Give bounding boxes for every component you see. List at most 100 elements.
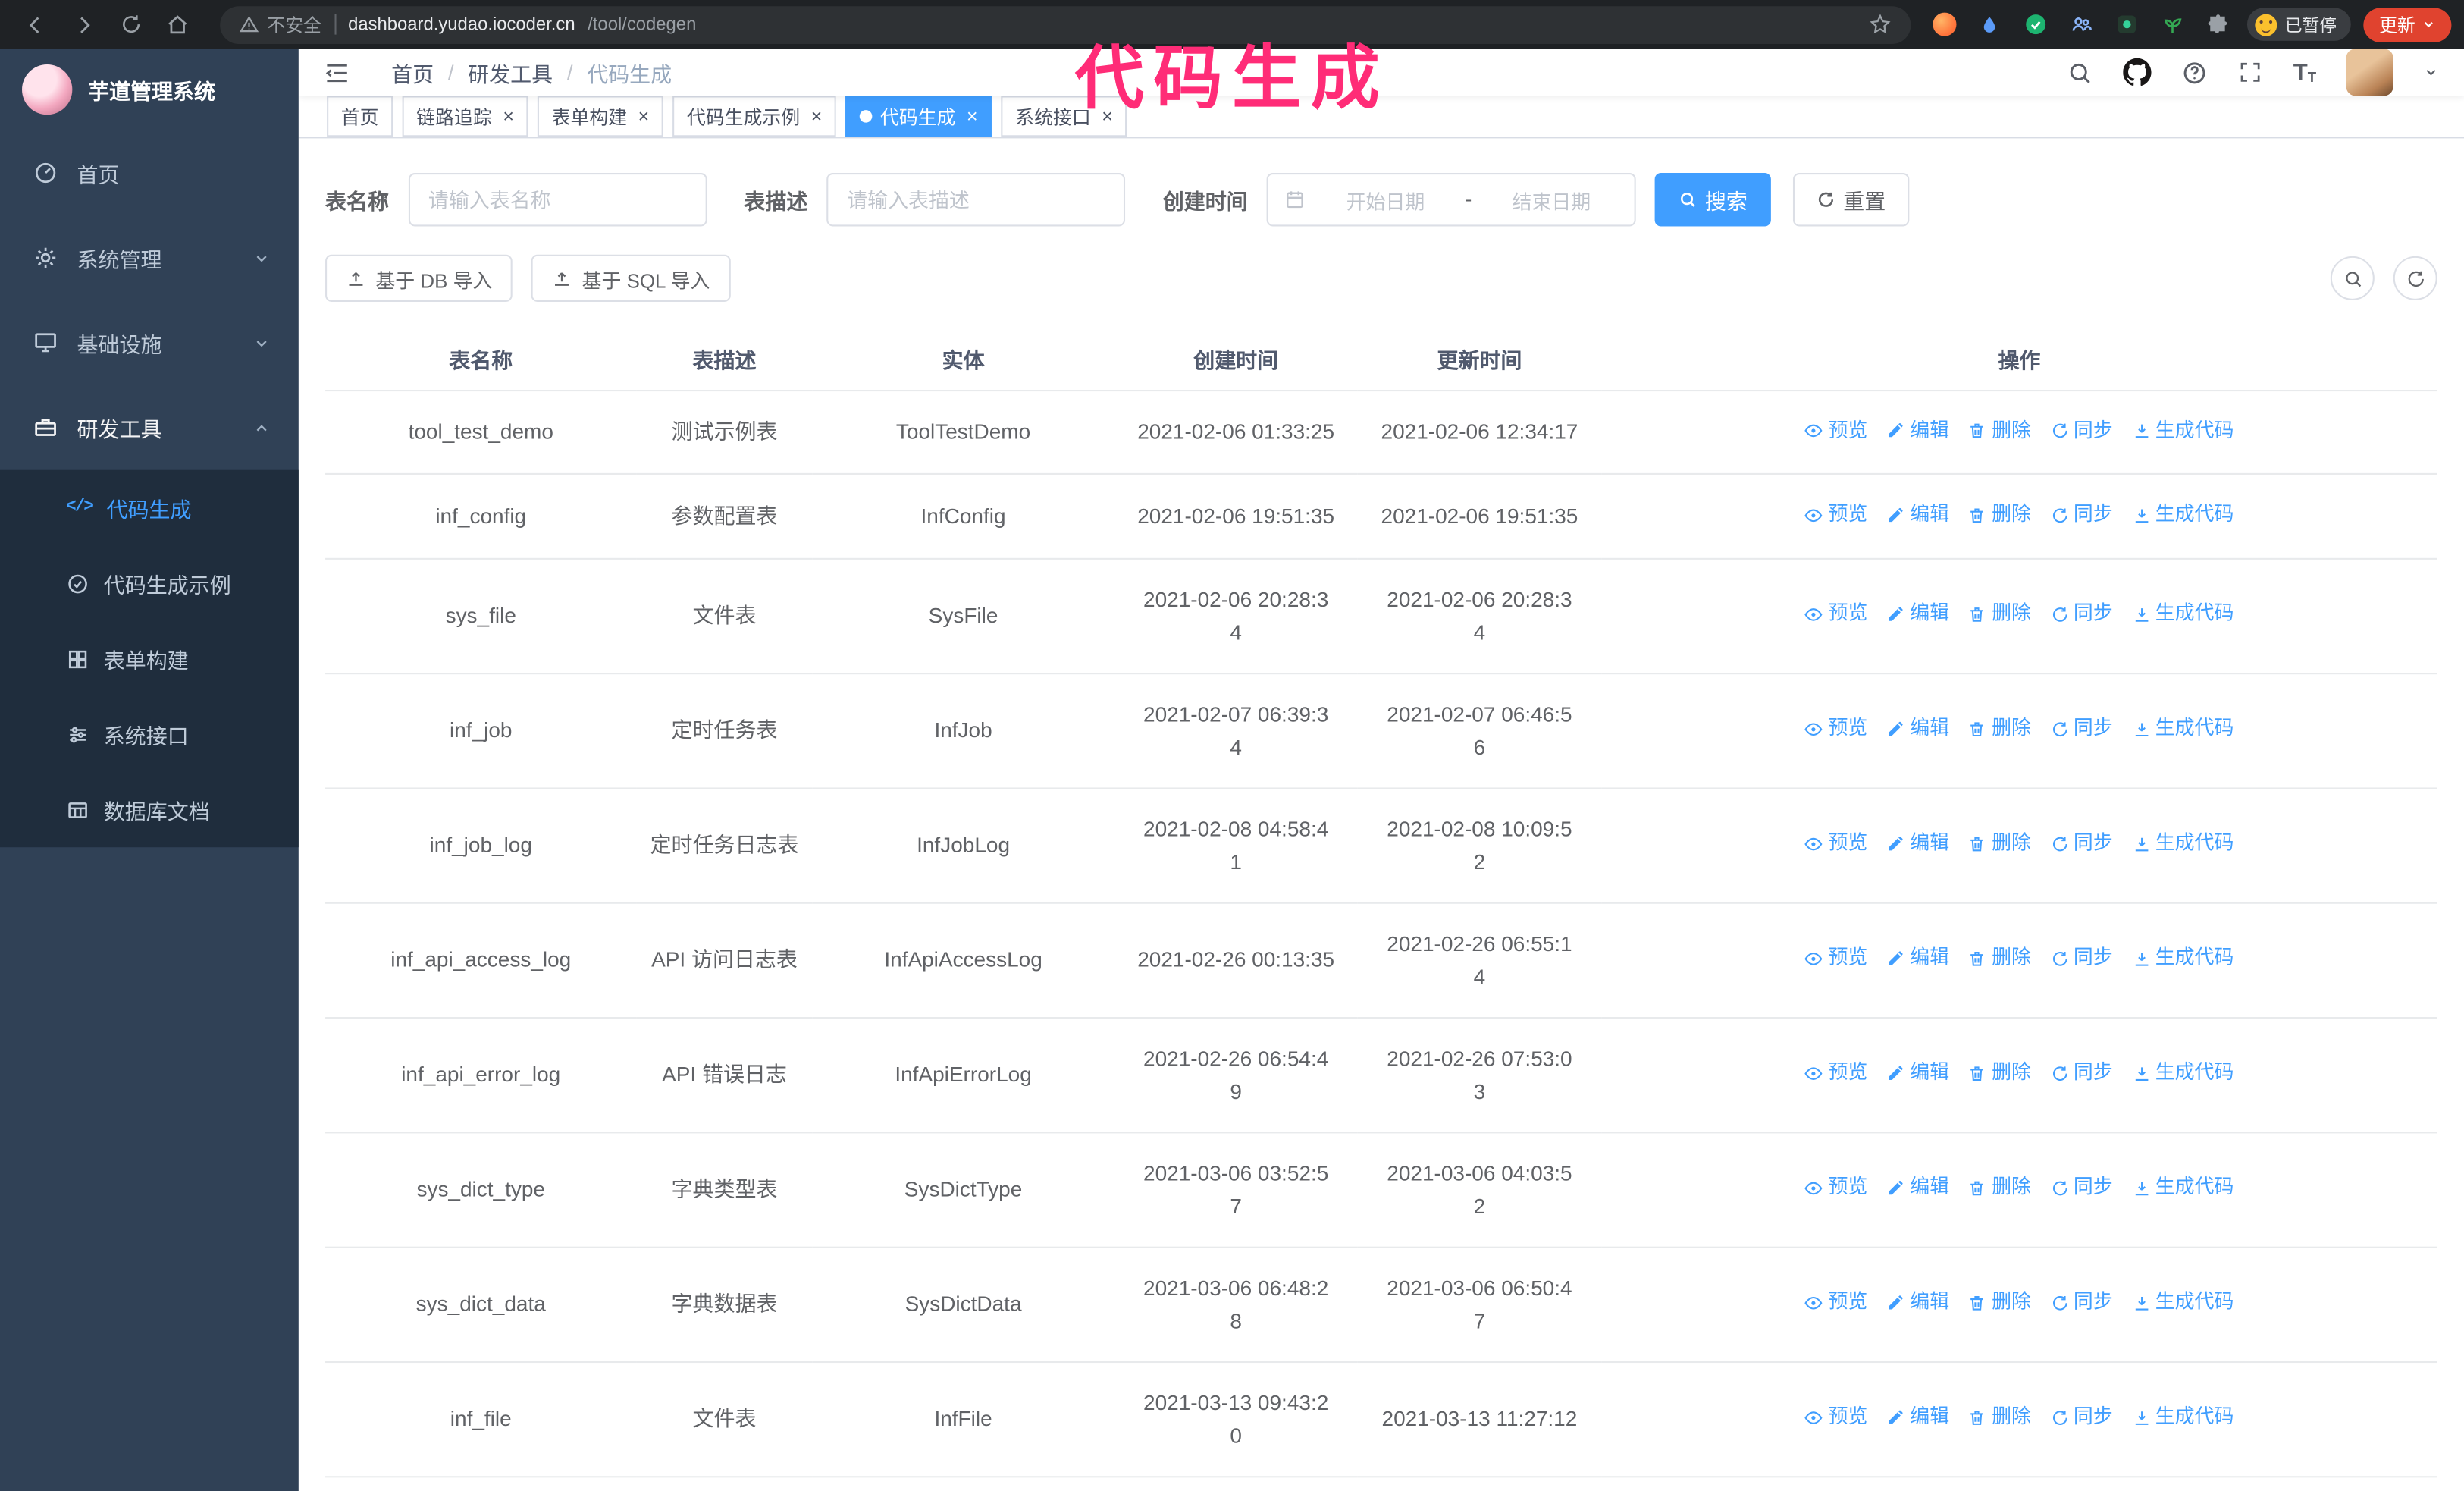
action-edit-link[interactable]: 编辑 — [1886, 1286, 1949, 1320]
tab-close-icon[interactable]: × — [967, 107, 978, 126]
sidebar-item-home[interactable]: 首页 — [0, 130, 299, 215]
date-end-placeholder[interactable]: 结束日期 — [1484, 185, 1619, 215]
action-preview-link[interactable]: 预览 — [1804, 1401, 1867, 1434]
address-bar[interactable]: 不安全 dashboard.yudao.iocoder.cn /tool/cod… — [220, 5, 1911, 43]
action-edit-link[interactable]: 编辑 — [1886, 414, 1949, 447]
browser-forward-icon[interactable] — [64, 5, 102, 43]
fox-extension-icon[interactable] — [1930, 10, 1958, 38]
action-sync-link[interactable]: 同步 — [2050, 414, 2113, 447]
action-gen-link[interactable]: 生成代码 — [2132, 1286, 2234, 1320]
action-gen-link[interactable]: 生成代码 — [2132, 827, 2234, 861]
action-sync-link[interactable]: 同步 — [2050, 498, 2113, 532]
action-sync-link[interactable]: 同步 — [2050, 827, 2113, 861]
sidebar-item-codegen-example[interactable]: 代码生成示例 — [0, 545, 299, 620]
action-preview-link[interactable]: 预览 — [1804, 498, 1867, 532]
action-preview-link[interactable]: 预览 — [1804, 712, 1867, 746]
breadcrumb-dev-tools[interactable]: 研发工具 — [468, 57, 553, 88]
action-gen-link[interactable]: 生成代码 — [2132, 1401, 2234, 1434]
action-del-link[interactable]: 删除 — [1968, 712, 2031, 746]
action-preview-link[interactable]: 预览 — [1804, 1286, 1867, 1320]
action-gen-link[interactable]: 生成代码 — [2132, 942, 2234, 975]
tab-close-icon[interactable]: × — [811, 107, 823, 126]
action-preview-link[interactable]: 预览 — [1804, 414, 1867, 447]
action-del-link[interactable]: 删除 — [1968, 1056, 2031, 1090]
action-gen-link[interactable]: 生成代码 — [2132, 598, 2234, 631]
app-logo[interactable]: 芋道管理系统 — [0, 49, 299, 130]
action-sync-link[interactable]: 同步 — [2050, 712, 2113, 746]
update-button[interactable]: 更新 — [2363, 7, 2452, 42]
tab-item[interactable]: 代码生成示例 × — [672, 96, 836, 137]
action-edit-link[interactable]: 编辑 — [1886, 712, 1949, 746]
refresh-table-button[interactable] — [2393, 256, 2437, 300]
action-preview-link[interactable]: 预览 — [1804, 942, 1867, 975]
action-del-link[interactable]: 删除 — [1968, 827, 2031, 861]
action-sync-link[interactable]: 同步 — [2050, 1056, 2113, 1090]
action-del-link[interactable]: 删除 — [1968, 598, 2031, 631]
browser-home-icon[interactable] — [158, 5, 196, 43]
user-avatar[interactable] — [2346, 49, 2393, 96]
action-edit-link[interactable]: 编辑 — [1886, 498, 1949, 532]
tab-item[interactable]: 链路追踪 × — [402, 96, 528, 137]
sidebar-item-codegen[interactable]: </> 代码生成 — [0, 470, 299, 545]
paused-badge[interactable]: 已暂停 — [2246, 8, 2351, 41]
action-del-link[interactable]: 删除 — [1968, 1286, 2031, 1320]
import-db-button[interactable]: 基于 DB 导入 — [325, 254, 513, 302]
toggle-search-button[interactable] — [2330, 256, 2375, 300]
action-edit-link[interactable]: 编辑 — [1886, 1401, 1949, 1434]
search-button[interactable]: 搜索 — [1654, 172, 1771, 227]
github-icon[interactable] — [2123, 58, 2152, 86]
action-sync-link[interactable]: 同步 — [2050, 1172, 2113, 1205]
fullscreen-icon[interactable] — [2238, 60, 2263, 85]
action-gen-link[interactable]: 生成代码 — [2132, 1056, 2234, 1090]
check-extension-icon[interactable] — [2020, 10, 2049, 38]
table-name-input[interactable] — [407, 172, 707, 227]
action-gen-link[interactable]: 生成代码 — [2132, 414, 2234, 447]
action-del-link[interactable]: 删除 — [1968, 1172, 2031, 1205]
table-desc-input[interactable] — [826, 172, 1126, 227]
help-icon[interactable] — [2182, 59, 2209, 86]
tab-close-icon[interactable]: × — [1102, 107, 1113, 126]
action-edit-link[interactable]: 编辑 — [1886, 1172, 1949, 1205]
action-preview-link[interactable]: 预览 — [1804, 1056, 1867, 1090]
action-edit-link[interactable]: 编辑 — [1886, 1056, 1949, 1090]
users-extension-icon[interactable] — [2067, 10, 2095, 38]
drop-extension-icon[interactable] — [1975, 10, 2003, 38]
sidebar-item-system-api[interactable]: 系统接口 — [0, 696, 299, 771]
extensions-puzzle-icon[interactable] — [2203, 10, 2231, 38]
tab-item[interactable]: 首页 — [327, 96, 393, 137]
sidebar-item-dev-tools[interactable]: 研发工具 — [0, 385, 299, 470]
action-del-link[interactable]: 删除 — [1968, 942, 2031, 975]
action-preview-link[interactable]: 预览 — [1804, 1172, 1867, 1205]
sidebar-item-form-builder[interactable]: 表单构建 — [0, 621, 299, 696]
sidebar-fold-icon[interactable] — [324, 59, 350, 86]
action-edit-link[interactable]: 编辑 — [1886, 827, 1949, 861]
action-del-link[interactable]: 删除 — [1968, 1401, 2031, 1434]
dark-extension-icon[interactable] — [2112, 10, 2140, 38]
action-preview-link[interactable]: 预览 — [1804, 827, 1867, 861]
reset-button[interactable]: 重置 — [1792, 172, 1910, 227]
sidebar-item-db-docs[interactable]: 数据库文档 — [0, 772, 299, 847]
action-edit-link[interactable]: 编辑 — [1886, 942, 1949, 975]
action-sync-link[interactable]: 同步 — [2050, 1286, 2113, 1320]
tab-item[interactable]: 表单构建 × — [537, 96, 663, 137]
action-del-link[interactable]: 删除 — [1968, 498, 2031, 532]
bookmark-star-icon[interactable] — [1868, 13, 1892, 36]
leaf-extension-icon[interactable] — [2158, 10, 2186, 38]
tab-close-icon[interactable]: × — [638, 107, 650, 126]
action-gen-link[interactable]: 生成代码 — [2132, 498, 2234, 532]
tab-close-icon[interactable]: × — [503, 107, 514, 126]
action-sync-link[interactable]: 同步 — [2050, 1401, 2113, 1434]
search-icon[interactable] — [2067, 59, 2093, 86]
tab-active[interactable]: 代码生成 × — [845, 96, 992, 137]
action-del-link[interactable]: 删除 — [1968, 414, 2031, 447]
font-size-icon[interactable]: TT — [2293, 61, 2316, 84]
date-range-picker[interactable]: 开始日期 - 结束日期 — [1266, 172, 1636, 227]
import-sql-button[interactable]: 基于 SQL 导入 — [531, 254, 731, 302]
action-edit-link[interactable]: 编辑 — [1886, 598, 1949, 631]
browser-reload-icon[interactable] — [111, 5, 149, 43]
action-preview-link[interactable]: 预览 — [1804, 598, 1867, 631]
tab-item[interactable]: 系统接口 × — [1001, 96, 1127, 137]
sidebar-item-infrastructure[interactable]: 基础设施 — [0, 300, 299, 385]
action-sync-link[interactable]: 同步 — [2050, 942, 2113, 975]
action-sync-link[interactable]: 同步 — [2050, 598, 2113, 631]
